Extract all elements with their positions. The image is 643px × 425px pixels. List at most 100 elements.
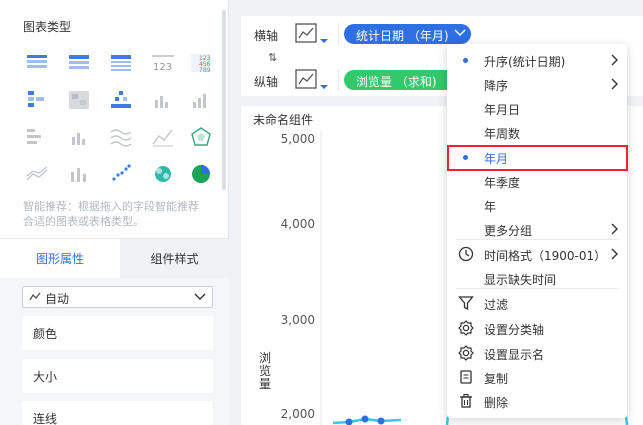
y-axis-field-label: 浏览量 （求和) <box>356 75 437 89</box>
y-axis-title-char: 量 <box>259 377 271 391</box>
menu-item[interactable]: 降序 <box>447 72 627 96</box>
left-panel-scrollbar[interactable] <box>222 10 226 190</box>
menu-item-label: 过滤 <box>484 298 509 312</box>
menu-item-label: 年月日 <box>484 103 521 117</box>
area-line-icon[interactable] <box>23 160 51 188</box>
colored-table-icon[interactable]: 123 456 789 <box>187 49 215 77</box>
svg-text:123: 123 <box>153 62 172 73</box>
menu-item[interactable]: 设置分类轴 <box>447 316 627 340</box>
svg-text:789: 789 <box>199 67 211 74</box>
property-size[interactable]: 大小 <box>22 359 213 393</box>
radar-icon[interactable] <box>187 123 215 151</box>
wave-line-icon[interactable] <box>107 123 135 151</box>
x-axis-field-pill[interactable]: 统计日期 （年月) <box>344 24 471 44</box>
menu-item-label: 年季度 <box>484 176 521 190</box>
heatmap-table-icon[interactable] <box>65 86 93 114</box>
menu-item[interactable]: 设置显示名 <box>447 341 627 365</box>
bubble-icon[interactable] <box>149 160 177 188</box>
menu-item-label: 更多分组 <box>484 224 533 238</box>
x-axis-label: 横轴 <box>254 29 279 43</box>
chevron-down-icon <box>454 29 466 37</box>
property-line[interactable]: 连线 <box>22 401 213 425</box>
scatter-icon[interactable] <box>107 160 135 188</box>
menu-item-label: 删除 <box>484 396 509 410</box>
stacked-bar-icon[interactable] <box>107 86 135 114</box>
tab-widget-style[interactable]: 组件样式 <box>120 239 229 278</box>
line-style-icon <box>29 292 41 301</box>
cross-table-icon[interactable] <box>65 49 93 77</box>
property-color[interactable]: 颜色 <box>22 316 213 350</box>
y-tick-label: 3,000 <box>281 313 315 327</box>
menu-item[interactable]: 年月日 <box>447 96 627 120</box>
y-axis-label: 纵轴 <box>254 75 279 89</box>
grouped-bar-icon[interactable] <box>187 86 215 114</box>
menu-item[interactable]: 删除 <box>447 389 627 413</box>
horizontal-bar-icon[interactable] <box>23 123 51 151</box>
menu-item-label: 年 <box>484 200 497 214</box>
chevron-down-icon <box>194 293 206 300</box>
gear-icon <box>458 320 474 336</box>
x-axis-field-label: 统计日期 （年月) <box>356 29 449 43</box>
line-chart-icon[interactable] <box>149 123 177 151</box>
clock-icon <box>458 246 474 262</box>
column-mixed-icon[interactable] <box>65 160 93 188</box>
kpi-number-icon[interactable]: 123 <box>149 49 177 77</box>
pie-icon[interactable] <box>187 160 215 188</box>
property-line-label: 连线 <box>33 412 58 425</box>
smart-recommend-tip: 智能推荐：根据拖入的字段智能推荐合适的图表或表格类型。 <box>23 200 199 228</box>
chart-type-panel: 图表类型 123 123 456 789 智能推荐：根据拖入的字段智能推荐合适的图表或… <box>0 0 229 425</box>
menu-separator <box>456 239 619 240</box>
menu-item-label: 升序(统计日期) <box>484 55 566 69</box>
y-axis-field-pill[interactable]: 浏览量 （求和) <box>344 70 456 90</box>
axis-divider <box>338 23 339 45</box>
mini-column-icon[interactable] <box>65 123 93 151</box>
chevron-right-icon <box>611 54 618 66</box>
y-axis-title-char: 浏 <box>259 351 271 365</box>
property-size-label: 大小 <box>33 370 58 384</box>
small-bar-icon[interactable] <box>149 86 177 114</box>
detail-table-icon[interactable] <box>107 49 135 77</box>
chevron-right-icon <box>611 223 618 235</box>
y-ticks: 5,000 4,000 3,000 2,000 <box>281 132 315 421</box>
menu-separator <box>456 288 619 289</box>
menu-item[interactable]: 年季度 <box>447 169 627 193</box>
y-axis-chart-type-icon[interactable] <box>295 69 333 94</box>
menu-item[interactable]: 年 <box>447 193 627 217</box>
gear-icon <box>458 345 474 361</box>
menu-item-label: 设置分类轴 <box>484 323 545 337</box>
y-axis-title-char: 览 <box>259 363 271 378</box>
axis-divider <box>338 69 339 91</box>
chart-type-title: 图表类型 <box>23 20 72 34</box>
menu-item[interactable]: 时间格式（1900-01） <box>447 242 627 266</box>
menu-item[interactable]: 复制 <box>447 365 627 389</box>
menu-item[interactable]: 显示缺失时间 <box>447 266 627 290</box>
menu-item-label: 时间格式（1900-01） <box>484 249 607 263</box>
menu-item[interactable]: 升序(统计日期) <box>447 48 627 72</box>
menu-item[interactable]: 更多分组 <box>447 217 627 241</box>
filter-icon <box>458 296 474 311</box>
menu-item-label: 年周数 <box>484 127 521 141</box>
chevron-right-icon <box>611 248 618 260</box>
y-tick-label: 4,000 <box>281 217 315 231</box>
selection-highlight-box <box>447 145 628 171</box>
pivot-list-icon[interactable] <box>23 86 51 114</box>
table-icon[interactable] <box>23 49 51 77</box>
swap-axes-icon[interactable]: ⇅ <box>268 51 277 64</box>
data-point <box>361 415 369 423</box>
trash-icon <box>460 393 472 408</box>
chart-style-select-value: 自动 <box>45 292 70 306</box>
menu-item[interactable]: 年周数 <box>447 120 627 144</box>
chevron-right-icon <box>611 78 618 90</box>
menu-item-label: 降序 <box>484 79 509 93</box>
menu-item[interactable]: 过滤 <box>447 291 627 315</box>
x-axis-chart-type-icon[interactable] <box>295 23 333 48</box>
menu-item-label: 复制 <box>484 372 509 386</box>
menu-item-label: 设置显示名 <box>484 348 545 362</box>
property-tabs: 图形属性 组件样式 <box>0 238 229 278</box>
data-point <box>345 418 353 425</box>
chart-style-select[interactable]: 自动 <box>22 286 213 308</box>
y-tick-label: 2,000 <box>281 407 315 421</box>
tab-shape-properties[interactable]: 图形属性 <box>0 239 120 278</box>
y-tick-label: 5,000 <box>281 132 315 146</box>
y-axis-title: 浏览量 <box>259 351 271 391</box>
